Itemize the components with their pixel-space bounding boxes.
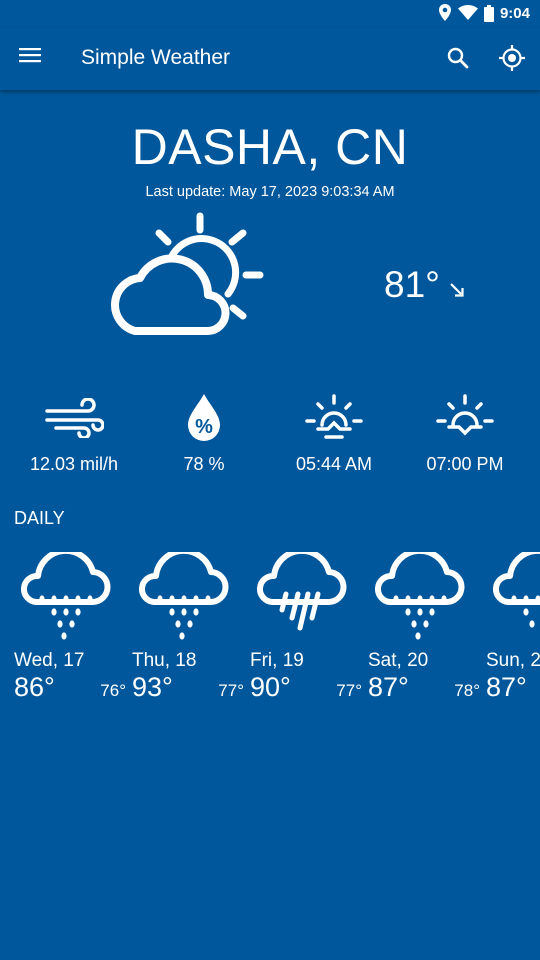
hamburger-menu-icon[interactable] <box>19 47 41 63</box>
rain-icon <box>375 552 465 640</box>
forecast-low: 77° <box>336 681 362 700</box>
forecast-day-card[interactable]: Fri, 19 90° 77° <box>250 552 362 703</box>
heavy-rain-icon <box>257 552 347 631</box>
forecast-day-card[interactable]: Thu, 18 93° 77° <box>132 552 244 703</box>
rain-icon <box>139 552 229 640</box>
forecast-day-name: Thu, 18 <box>132 650 197 671</box>
daily-section-label: DAILY <box>14 508 65 528</box>
wind-icon <box>45 398 104 438</box>
arrow-down-right-icon <box>450 283 464 297</box>
wind-speed: 12.03 mil/h <box>29 454 119 474</box>
svg-text:%: % <box>195 416 213 438</box>
search-icon[interactable] <box>446 46 470 70</box>
sunrise-stat: 05:44 AM <box>264 390 404 475</box>
status-time: 9:04 <box>499 4 530 22</box>
forecast-day-name: Fri, 19 <box>250 650 304 671</box>
forecast-day-card[interactable]: Sun, 21 87° <box>486 552 540 703</box>
daily-forecast-list[interactable]: Wed, 17 86° 76° Thu, 18 93° 77° Fri, 19 … <box>0 552 540 722</box>
wifi-icon <box>457 5 478 20</box>
my-location-icon[interactable] <box>498 44 526 72</box>
status-icons: 9:04 <box>438 4 530 22</box>
sunset-icon <box>436 394 494 436</box>
forecast-day-name: Sat, 20 <box>368 650 429 671</box>
forecast-low: 78° <box>454 681 480 700</box>
forecast-low: 76° <box>100 681 126 700</box>
humidity-value: 78 % <box>183 454 225 474</box>
sunset-stat: 07:00 PM <box>395 390 535 475</box>
current-temperature: 81° <box>384 264 440 305</box>
forecast-high: 87° <box>486 672 527 702</box>
sunrise-time: 05:44 AM <box>295 454 373 474</box>
forecast-day-name: Wed, 17 <box>14 650 85 671</box>
sunrise-icon <box>305 394 363 439</box>
rain-icon <box>21 552 111 640</box>
rain-icon <box>493 552 540 628</box>
battery-icon <box>483 4 494 22</box>
forecast-day-card[interactable]: Wed, 17 86° 76° <box>14 552 126 703</box>
app-bar: Simple Weather <box>0 28 540 90</box>
forecast-high: 93° <box>132 672 173 702</box>
forecast-high: 87° <box>368 672 409 702</box>
city-name: DASHA, CN <box>131 119 409 175</box>
forecast-day-name: Sun, 21 <box>486 650 540 671</box>
forecast-high: 90° <box>250 672 291 702</box>
humidity-stat: % 78 % <box>134 390 274 475</box>
forecast-high: 86° <box>14 672 55 702</box>
status-bar: 9:04 <box>0 0 540 28</box>
forecast-low: 77° <box>218 681 244 700</box>
app-title: Simple Weather <box>81 46 231 69</box>
wind-stat: 12.03 mil/h <box>4 390 144 475</box>
sunset-time: 07:00 PM <box>426 454 504 474</box>
partly-cloudy-day-icon <box>111 212 264 336</box>
humidity-icon: % <box>188 394 220 441</box>
forecast-day-card[interactable]: Sat, 20 87° 78° <box>368 552 480 703</box>
last-update: Last update: May 17, 2023 9:03:34 AM <box>145 184 395 200</box>
location-pin-icon <box>438 4 451 21</box>
